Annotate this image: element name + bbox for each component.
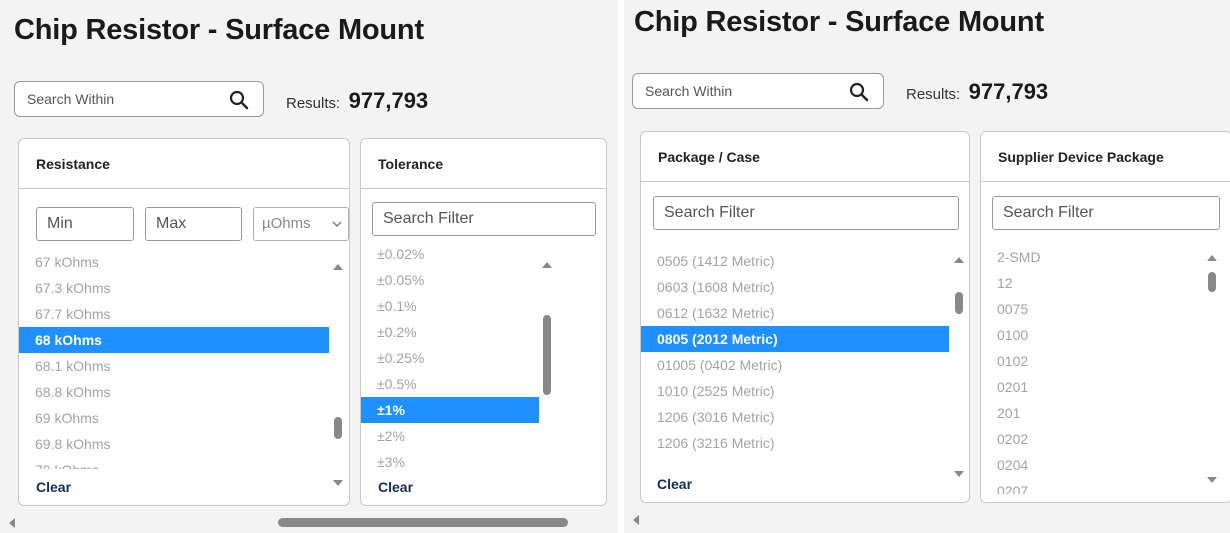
list-item[interactable]: 1206 (3016 Metric) — [641, 404, 949, 430]
list-item[interactable]: ±0.25% — [361, 345, 539, 371]
list-item[interactable]: 0102 — [981, 348, 1181, 374]
results-summary: Results: 977,793 — [286, 88, 428, 114]
list-item[interactable]: 0075 — [981, 296, 1181, 322]
search-icon[interactable] — [849, 82, 869, 102]
list-item-selected[interactable]: 68 kOhms — [19, 327, 329, 353]
list-item[interactable]: ±2% — [361, 423, 539, 449]
triangle-left-icon[interactable] — [8, 518, 16, 528]
panel-title: Resistance — [36, 156, 110, 172]
scrollbar-thumb[interactable] — [955, 292, 963, 314]
search-within-box[interactable] — [632, 73, 884, 109]
filter-panel-package-case: Package / Case 0505 (1412 Metric) 0603 (… — [640, 131, 970, 503]
triangle-up-icon[interactable] — [954, 256, 964, 264]
vertical-scrollbar[interactable] — [952, 252, 966, 482]
horizontal-scrollbar[interactable] — [632, 512, 1222, 526]
list-item[interactable]: 70 kOhms — [19, 457, 329, 469]
list-item-selected[interactable]: 0805 (2012 Metric) — [641, 326, 949, 352]
panel-header: Resistance — [19, 139, 349, 189]
triangle-down-icon[interactable] — [954, 470, 964, 478]
search-filter-input[interactable] — [372, 202, 596, 236]
list-item[interactable]: 201 — [981, 400, 1181, 426]
clear-link[interactable]: Clear — [657, 476, 692, 492]
list-item[interactable]: ±3% — [361, 449, 539, 473]
package-case-list: 0505 (1412 Metric) 0603 (1608 Metric) 06… — [641, 248, 949, 462]
list-item[interactable]: 69 kOhms — [19, 405, 329, 431]
triangle-down-icon[interactable] — [1207, 476, 1217, 484]
list-item[interactable]: ±0.2% — [361, 319, 539, 345]
search-filter-input[interactable] — [653, 196, 959, 230]
list-item[interactable]: ±0.1% — [361, 293, 539, 319]
supplier-device-package-list: 2-SMD 12 0075 0100 0102 0201 201 0202 02… — [981, 244, 1181, 494]
filter-panel-supplier-device-package: Supplier Device Package 2-SMD 12 0075 01… — [980, 131, 1230, 503]
list-item[interactable]: ±0.05% — [361, 267, 539, 293]
list-item[interactable]: 0100 — [981, 322, 1181, 348]
panel-title: Supplier Device Package — [998, 149, 1164, 165]
panel-title: Package / Case — [658, 149, 760, 165]
triangle-up-icon[interactable] — [542, 261, 552, 269]
screen-left: Chip Resistor - Surface Mount Results: 9… — [0, 0, 618, 533]
page-title: Chip Resistor - Surface Mount — [14, 14, 424, 46]
list-item[interactable]: 68.1 kOhms — [19, 353, 329, 379]
list-item[interactable]: 1010 (2525 Metric) — [641, 378, 949, 404]
list-item[interactable]: 0505 (1412 Metric) — [641, 248, 949, 274]
resistance-list: 67 kOhms 67.3 kOhms 67.7 kOhms 68 kOhms … — [19, 249, 329, 469]
list-item[interactable]: 0202 — [981, 426, 1181, 452]
scrollbar-thumb[interactable] — [543, 315, 551, 395]
list-item[interactable]: 12 — [981, 270, 1181, 296]
list-item[interactable]: 0201 — [981, 374, 1181, 400]
search-within-box[interactable] — [14, 81, 264, 117]
search-icon[interactable] — [229, 90, 249, 110]
unit-select[interactable]: µOhms — [253, 207, 349, 241]
scrollbar-thumb[interactable] — [1208, 272, 1216, 292]
list-item[interactable]: 67 kOhms — [19, 249, 329, 275]
clear-link[interactable]: Clear — [36, 479, 71, 495]
list-item[interactable]: 0612 (1632 Metric) — [641, 300, 949, 326]
vertical-scrollbar[interactable] — [540, 257, 554, 457]
panel-header: Package / Case — [641, 132, 969, 182]
filter-panel-tolerance: Tolerance ±0.02% ±0.05% ±0.1% ±0.2% ±0.2… — [360, 138, 607, 506]
search-within-input[interactable] — [645, 74, 835, 108]
list-item[interactable]: 0603 (1608 Metric) — [641, 274, 949, 300]
list-item[interactable]: 2-SMD — [981, 244, 1181, 270]
scrollbar-thumb[interactable] — [334, 417, 342, 439]
screen-right: Chip Resistor - Surface Mount Results: 9… — [624, 0, 1230, 533]
horizontal-scrollbar-thumb[interactable] — [278, 518, 568, 527]
triangle-down-icon[interactable] — [333, 479, 343, 487]
chevron-down-icon — [332, 221, 342, 228]
results-label: Results: — [906, 86, 961, 103]
panel-header: Supplier Device Package — [981, 132, 1230, 182]
min-input[interactable] — [36, 207, 134, 241]
max-input[interactable] — [145, 207, 242, 241]
triangle-up-icon[interactable] — [1207, 254, 1217, 262]
list-item-selected[interactable]: ±1% — [361, 397, 539, 423]
unit-select-value: µOhms — [262, 215, 311, 232]
list-item[interactable]: 01005 (0402 Metric) — [641, 352, 949, 378]
triangle-left-icon[interactable] — [632, 515, 640, 525]
results-label: Results: — [286, 95, 341, 112]
list-item[interactable]: 0204 — [981, 452, 1181, 478]
filter-panel-resistance: Resistance µOhms 67 kOhms 67.3 kOhms 67.… — [18, 138, 350, 506]
list-item[interactable]: ±0.5% — [361, 371, 539, 397]
vertical-scrollbar[interactable] — [331, 259, 345, 487]
results-summary: Results: 977,793 — [906, 79, 1048, 105]
triangle-up-icon[interactable] — [333, 263, 343, 271]
list-item[interactable]: 1206 (3216 Metric) — [641, 430, 949, 456]
page-title: Chip Resistor - Surface Mount — [634, 6, 1044, 38]
list-item[interactable]: ±0.02% — [361, 241, 539, 267]
panel-header: Tolerance — [361, 139, 606, 189]
search-filter-input[interactable] — [992, 196, 1220, 230]
list-item[interactable]: 68.8 kOhms — [19, 379, 329, 405]
results-count: 977,793 — [968, 79, 1049, 104]
list-item[interactable]: 69.8 kOhms — [19, 431, 329, 457]
tolerance-list: ±0.02% ±0.05% ±0.1% ±0.2% ±0.25% ±0.5% ±… — [361, 241, 539, 473]
panel-title: Tolerance — [378, 156, 444, 172]
vertical-scrollbar[interactable] — [1205, 250, 1219, 490]
list-item[interactable]: 67.3 kOhms — [19, 275, 329, 301]
list-item[interactable]: 0207 — [981, 478, 1181, 494]
results-count: 977,793 — [348, 88, 429, 113]
search-within-input[interactable] — [27, 82, 217, 116]
clear-link[interactable]: Clear — [378, 479, 413, 495]
horizontal-scrollbar[interactable] — [8, 515, 610, 529]
list-item[interactable]: 67.7 kOhms — [19, 301, 329, 327]
